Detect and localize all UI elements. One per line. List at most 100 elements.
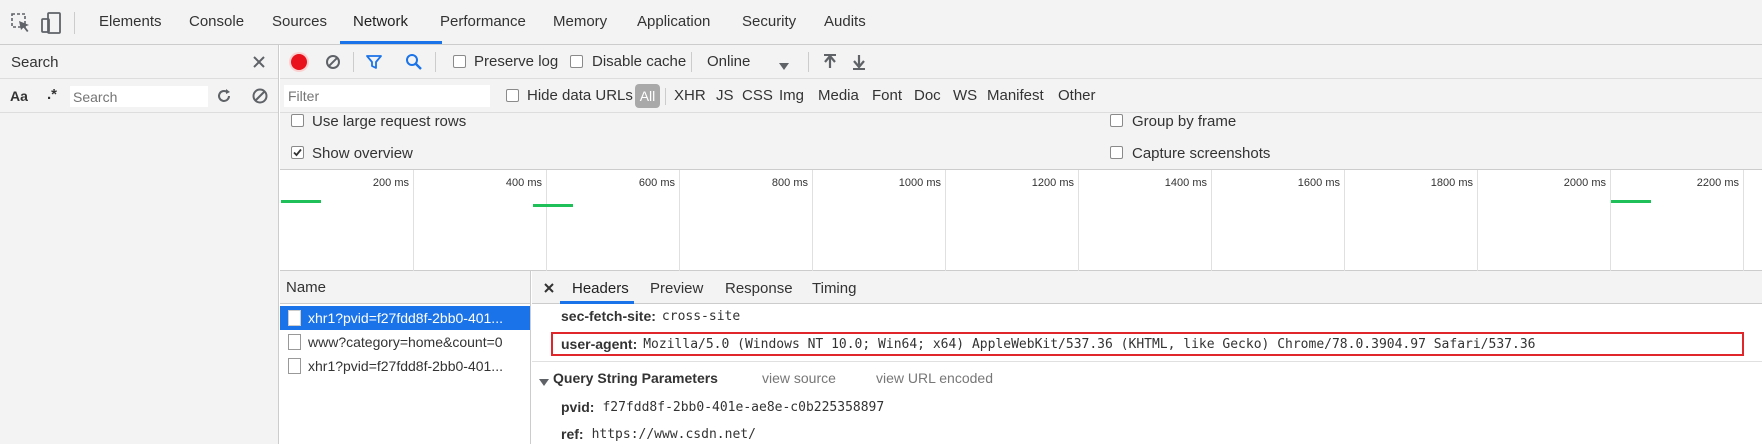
filter-icon[interactable] (365, 53, 383, 71)
overview-grid-line (1211, 170, 1212, 271)
inspect-element-icon[interactable] (10, 12, 32, 34)
devtools-tab-bar: Elements Console Sources Network Perform… (0, 0, 1762, 45)
overview-grid-line (1743, 170, 1744, 271)
clear-log-icon[interactable] (325, 54, 341, 70)
group-by-frame-label: Group by frame (1132, 113, 1237, 130)
overview-tick-label: 2200 ms (1696, 177, 1739, 189)
request-name: www?category=home&count=0 (308, 334, 503, 350)
name-column-header[interactable]: Name (286, 279, 326, 296)
tab-timing[interactable]: Timing (812, 280, 856, 297)
search-input[interactable] (70, 86, 208, 107)
capture-screenshots-label: Capture screenshots (1132, 145, 1271, 162)
import-har-icon[interactable] (822, 53, 838, 71)
overview-tick-label: 1200 ms (1031, 177, 1074, 189)
throttling-select[interactable]: Online (698, 50, 798, 74)
preserve-log-checkbox[interactable] (453, 55, 466, 68)
tab-headers[interactable]: Headers (572, 280, 629, 297)
group-by-frame-checkbox[interactable] (1110, 114, 1123, 127)
header-row-user-agent: user-agent: Mozilla/5.0 (Windows NT 10.0… (561, 334, 1535, 354)
show-overview-label: Show overview (312, 145, 413, 162)
close-search-icon[interactable] (251, 54, 267, 70)
request-details: Headers Preview Response Timing sec-fetc… (532, 271, 1762, 444)
overview-tick-label: 1000 ms (898, 177, 941, 189)
disable-cache-checkbox[interactable] (570, 55, 583, 68)
regex-toggle[interactable]: .* (47, 86, 57, 103)
match-case-toggle[interactable]: Aa (10, 88, 28, 104)
tab-preview[interactable]: Preview (650, 280, 703, 297)
tab-audits[interactable]: Audits (824, 13, 866, 33)
type-filter-doc[interactable]: Doc (914, 87, 941, 104)
tab-response[interactable]: Response (725, 280, 793, 297)
overview-grid-line (413, 170, 414, 271)
tab-security[interactable]: Security (742, 13, 796, 33)
type-filter-js[interactable]: JS (716, 87, 734, 104)
overview-bar (281, 200, 321, 203)
tab-performance[interactable]: Performance (440, 13, 526, 33)
query-section-header[interactable]: Query String Parameters (539, 368, 718, 388)
file-icon (288, 358, 301, 374)
type-filter-css[interactable]: CSS (742, 87, 773, 104)
preserve-log-label: Preserve log (474, 53, 559, 70)
type-filter-manifest[interactable]: Manifest (987, 87, 1044, 104)
close-details-icon[interactable] (543, 281, 555, 293)
type-filter-media[interactable]: Media (818, 87, 859, 104)
list-item[interactable]: www?category=home&count=0 (280, 330, 530, 354)
overview-tick-label: 800 ms (771, 177, 808, 189)
network-overview[interactable]: 200 ms 400 ms 600 ms 800 ms 1000 ms 1200 ms 14… (280, 170, 1762, 271)
overview-grid-line (945, 170, 946, 271)
query-param-row: pvid: f27fdd8f-2bb0-401e-ae8e-c0b2253588… (561, 397, 884, 417)
type-filter-ws[interactable]: WS (953, 87, 977, 104)
header-name: sec-fetch-site: (561, 308, 656, 324)
capture-screenshots-checkbox[interactable] (1110, 146, 1123, 159)
query-param-row: ref: https://www.csdn.net/ (561, 424, 756, 444)
list-item[interactable]: xhr1?pvid=f27fdd8f-2bb0-401... (280, 354, 530, 378)
type-filter-xhr[interactable]: XHR (674, 87, 706, 104)
record-button[interactable] (291, 54, 307, 70)
tab-elements[interactable]: Elements (99, 13, 162, 33)
file-icon (288, 310, 301, 326)
type-filter-other[interactable]: Other (1058, 87, 1096, 104)
large-rows-checkbox[interactable] (291, 114, 304, 127)
network-settings: Use large request rows Show overview Gro… (280, 113, 1762, 170)
tab-console[interactable]: Console (189, 13, 244, 33)
view-url-encoded-link[interactable]: view URL encoded (876, 370, 993, 386)
type-filter-all[interactable]: All (635, 84, 660, 108)
hide-data-urls-checkbox[interactable] (506, 89, 519, 102)
overview-bar (533, 204, 573, 207)
large-rows-label: Use large request rows (312, 113, 467, 130)
tab-network[interactable]: Network (353, 13, 408, 33)
query-section-title: Query String Parameters (553, 370, 718, 386)
type-filter-img[interactable]: Img (779, 87, 804, 104)
toolbar-divider (808, 52, 809, 72)
filter-input[interactable] (284, 85, 490, 107)
clear-icon[interactable] (251, 87, 269, 105)
header-value: Mozilla/5.0 (Windows NT 10.0; Win64; x64… (643, 336, 1536, 352)
overview-grid-line (546, 170, 547, 271)
param-name: ref: (561, 426, 584, 442)
header-name: user-agent: (561, 336, 638, 352)
view-source-link[interactable]: view source (762, 370, 836, 386)
overview-tick-label: 400 ms (505, 177, 542, 189)
toolbar-divider (691, 52, 692, 72)
overview-tick-label: 2000 ms (1563, 177, 1606, 189)
hide-data-urls-label: Hide data URLs (527, 87, 633, 104)
toolbar-divider (353, 52, 354, 72)
file-icon (288, 334, 301, 350)
export-har-icon[interactable] (851, 53, 867, 71)
list-item[interactable]: xhr1?pvid=f27fdd8f-2bb0-401... (280, 306, 530, 330)
overview-tick-label: 1400 ms (1164, 177, 1207, 189)
overview-grid-line (1610, 170, 1611, 271)
tab-application[interactable]: Application (637, 13, 710, 33)
search-toolbar: Aa .* (0, 79, 278, 113)
details-tab-bar: Headers Preview Response Timing (532, 271, 1762, 304)
type-filter-font[interactable]: Font (872, 87, 902, 104)
section-divider (532, 361, 1762, 362)
header-value: cross-site (661, 308, 741, 324)
tab-memory[interactable]: Memory (553, 13, 607, 33)
device-toolbar-icon[interactable] (40, 11, 62, 35)
tab-sources[interactable]: Sources (272, 13, 327, 33)
search-icon[interactable] (405, 53, 423, 71)
refresh-icon[interactable] (215, 87, 233, 105)
show-overview-checkbox[interactable] (291, 146, 304, 159)
param-value: f27fdd8f-2bb0-401e-ae8e-c0b225358897 (602, 399, 885, 415)
